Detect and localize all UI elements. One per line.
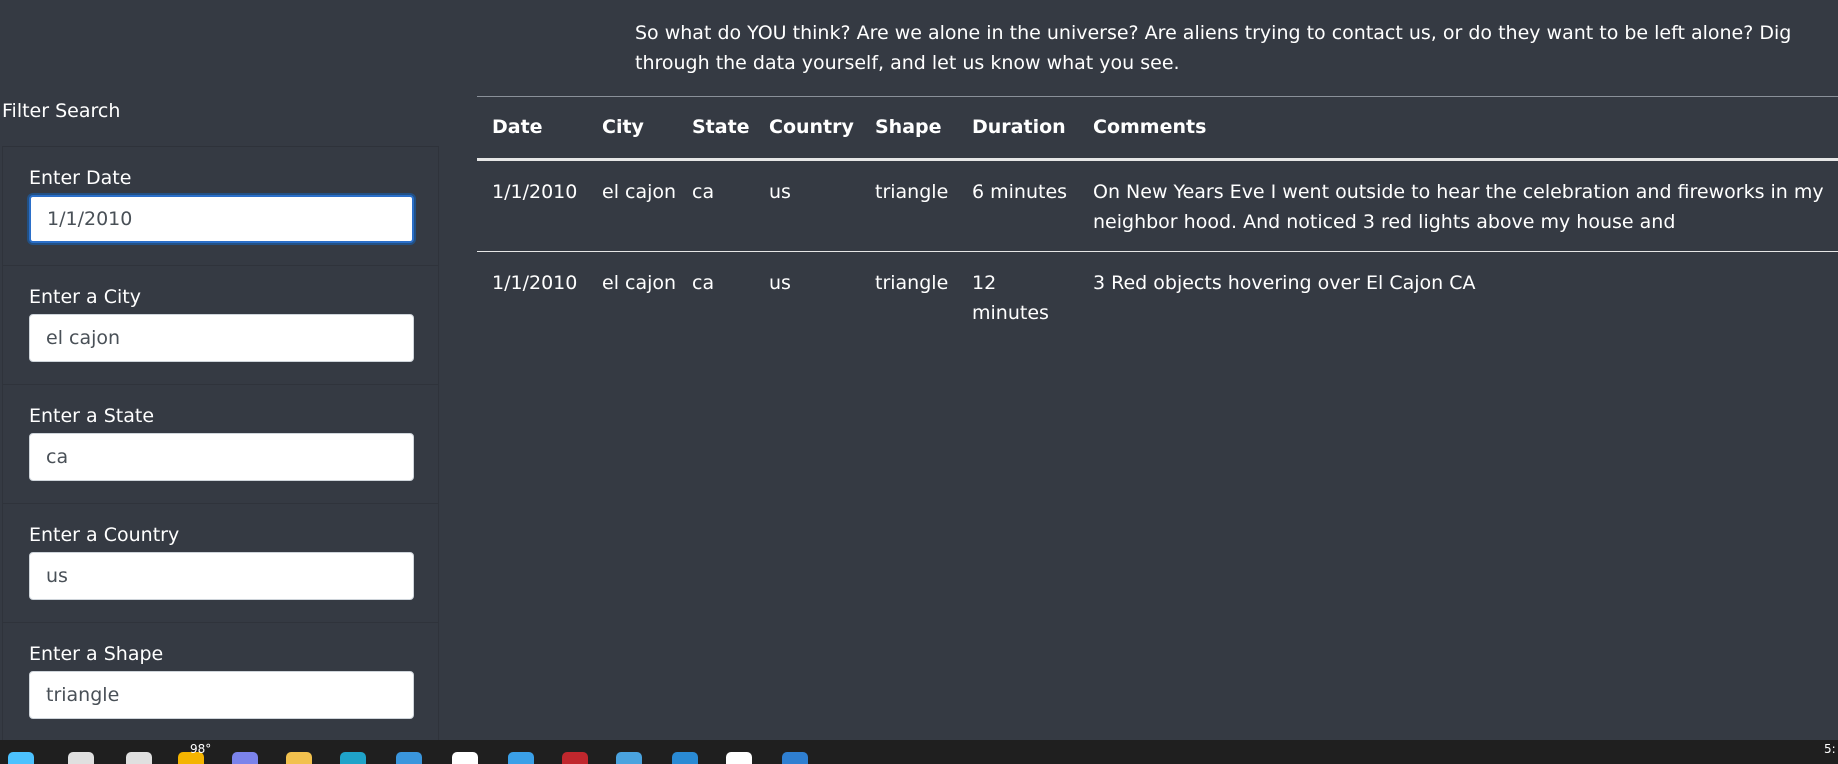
column-header-duration: Duration	[957, 97, 1078, 161]
cell-state: ca	[692, 271, 715, 294]
taskbar: 98° 5:	[0, 740, 1838, 764]
filter-item-date: Enter Date	[2, 147, 439, 266]
cell-date: 1/1/2010	[477, 159, 587, 252]
vscode-icon[interactable]	[672, 752, 698, 764]
cell-duration: 6 minutes	[957, 159, 1078, 252]
filter-item-country: Enter a Country	[2, 504, 439, 623]
column-header-city: City	[587, 97, 677, 161]
clock-text: 5:	[1824, 742, 1836, 756]
edge-icon[interactable]	[340, 752, 366, 764]
search-icon[interactable]	[68, 752, 94, 764]
filter-label-city: Enter a City	[29, 286, 141, 308]
filter-item-city: Enter a City	[2, 266, 439, 385]
filter-panel: Enter Date Enter a City Enter a State En…	[2, 146, 439, 742]
table-row: 1/1/2010 el cajon ca us triangle 6 minut…	[477, 159, 1838, 252]
country-input[interactable]	[29, 552, 414, 600]
mail-icon[interactable]	[562, 752, 588, 764]
cell-comments: On New Years Eve I went outside to hear …	[1078, 159, 1838, 252]
filter-item-shape: Enter a Shape	[2, 623, 439, 742]
page: So what do YOU think? Are we alone in th…	[0, 0, 1838, 764]
cell-duration: 12 minutes	[972, 271, 1049, 324]
outlook-icon[interactable]	[782, 752, 808, 764]
cell-city: el cajon	[587, 159, 677, 252]
cell-shape: triangle	[860, 159, 957, 252]
ufo-table: Date City State Country Shape Duration C…	[477, 96, 1838, 342]
cell-country: us	[769, 271, 791, 294]
filter-item-state: Enter a State	[2, 385, 439, 504]
table-header-row: Date City State Country Shape Duration C…	[477, 97, 1838, 161]
date-input[interactable]	[29, 195, 414, 243]
cell-country: us	[754, 159, 860, 252]
cell-comments: 3 Red objects hovering over El Cajon CA	[1093, 271, 1476, 294]
file-explorer-icon[interactable]	[286, 752, 312, 764]
city-input[interactable]	[29, 314, 414, 362]
shape-input[interactable]	[29, 671, 414, 719]
store-icon[interactable]	[396, 752, 422, 764]
cell-shape: triangle	[875, 271, 949, 294]
filter-search-title: Filter Search	[2, 100, 121, 122]
column-header-state: State	[677, 97, 754, 161]
chat-icon[interactable]	[232, 752, 258, 764]
column-header-country: Country	[754, 97, 860, 161]
cell-city: el cajon	[602, 271, 677, 294]
cell-date: 1/1/2010	[492, 271, 578, 294]
browser-icon[interactable]	[508, 752, 534, 764]
intro-text: So what do YOU think? Are we alone in th…	[635, 22, 1792, 74]
filter-label-country: Enter a Country	[29, 524, 180, 546]
filter-label-date: Enter Date	[29, 167, 132, 189]
filter-label-state: Enter a State	[29, 405, 155, 427]
column-header-date: Date	[477, 97, 587, 161]
weather-temperature: 98°	[190, 742, 212, 756]
start-icon[interactable]	[8, 752, 34, 764]
filter-label-shape: Enter a Shape	[29, 643, 164, 665]
table-row: 1/1/2010 el cajon ca us triangle 12 minu…	[477, 251, 1838, 342]
column-header-shape: Shape	[860, 97, 957, 161]
state-input[interactable]	[29, 433, 414, 481]
notepad-icon[interactable]	[616, 752, 642, 764]
chrome-icon[interactable]	[452, 752, 478, 764]
column-header-comments: Comments	[1078, 97, 1838, 161]
task-view-icon[interactable]	[126, 752, 152, 764]
cell-state: ca	[677, 159, 754, 252]
github-icon[interactable]	[726, 752, 752, 764]
